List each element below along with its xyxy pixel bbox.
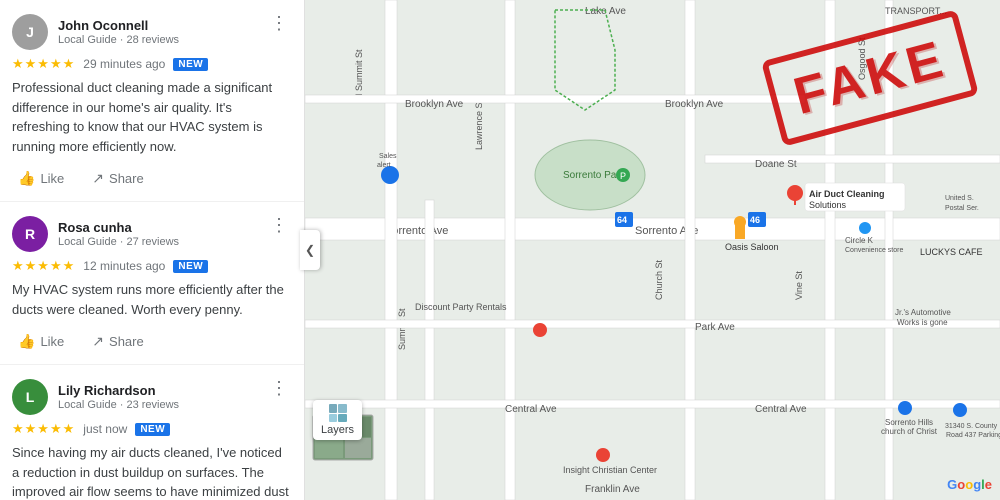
- reviewer-info: J John Oconnell Local Guide · 28 reviews: [12, 14, 179, 50]
- svg-text:Solutions: Solutions: [809, 200, 847, 210]
- review-header: R Rosa cunha Local Guide · 27 reviews ⋮: [12, 216, 292, 252]
- panel-toggle-arrow[interactable]: ❮: [300, 230, 320, 270]
- svg-text:Sales: Sales: [379, 153, 397, 160]
- more-options-button[interactable]: ⋮: [266, 14, 292, 32]
- svg-text:Road 437 Parking: Road 437 Parking: [946, 432, 1000, 439]
- reviewer-name: John Oconnell: [58, 18, 179, 35]
- new-badge: NEW: [173, 58, 208, 71]
- svg-text:Central Ave: Central Ave: [755, 404, 807, 415]
- svg-text:Convenience store: Convenience store: [845, 247, 903, 254]
- review-meta: ★★★★★ 29 minutes ago NEW: [12, 56, 292, 72]
- svg-text:Brooklyn Ave: Brooklyn Ave: [665, 99, 724, 110]
- reviewer-text-info: John Oconnell Local Guide · 28 reviews: [58, 18, 179, 47]
- review-header: L Lily Richardson Local Guide · 23 revie…: [12, 379, 292, 415]
- like-button[interactable]: 👍 Like: [12, 166, 70, 191]
- share-icon: ↗: [92, 333, 104, 350]
- svg-text:alert: alert: [377, 162, 391, 169]
- svg-text:Discount Party Rentals: Discount Party Rentals: [415, 302, 507, 312]
- share-label: Share: [109, 334, 144, 349]
- share-icon: ↗: [92, 170, 104, 187]
- like-label: Like: [40, 334, 64, 349]
- layers-label: Layers: [321, 424, 354, 436]
- share-button[interactable]: ↗ Share: [86, 166, 149, 191]
- svg-text:Circle K: Circle K: [845, 236, 874, 245]
- layers-icon: [329, 404, 347, 422]
- reviewer-text-info: Rosa cunha Local Guide · 27 reviews: [58, 220, 179, 249]
- reviewer-info: L Lily Richardson Local Guide · 23 revie…: [12, 379, 179, 415]
- review-card-2: R Rosa cunha Local Guide · 27 reviews ⋮ …: [0, 202, 304, 365]
- reviewer-text-info: Lily Richardson Local Guide · 23 reviews: [58, 383, 179, 412]
- review-text: My HVAC system runs more efficiently aft…: [12, 280, 292, 319]
- reviewer-level: Local Guide · 28 reviews: [58, 34, 179, 46]
- review-actions: 👍 Like ↗ Share: [12, 329, 292, 354]
- svg-text:Sorrento Hills: Sorrento Hills: [885, 418, 933, 427]
- new-badge: NEW: [135, 423, 170, 436]
- like-icon: 👍: [18, 333, 35, 350]
- svg-text:Oasis Saloon: Oasis Saloon: [725, 242, 779, 252]
- svg-text:Works is gone: Works is gone: [897, 318, 948, 327]
- svg-text:Brooklyn Ave: Brooklyn Ave: [405, 99, 464, 110]
- review-text: Professional duct cleaning made a signif…: [12, 78, 292, 156]
- share-button[interactable]: ↗ Share: [86, 329, 149, 354]
- avatar: J: [12, 14, 48, 50]
- svg-text:Doane St: Doane St: [755, 159, 797, 170]
- svg-text:Osgood St: Osgood St: [857, 37, 867, 80]
- reviewer-level: Local Guide · 23 reviews: [58, 399, 179, 411]
- svg-text:N Summit St: N Summit St: [354, 49, 364, 100]
- review-actions: 👍 Like ↗ Share: [12, 166, 292, 191]
- svg-text:Central Ave: Central Ave: [505, 404, 557, 415]
- svg-text:Vine St: Vine St: [794, 271, 804, 300]
- review-time: 29 minutes ago: [83, 57, 165, 71]
- svg-text:Postal Ser.: Postal Ser.: [945, 205, 979, 212]
- avatar: R: [12, 216, 48, 252]
- svg-text:31340 S. County: 31340 S. County: [945, 423, 998, 430]
- svg-text:46: 46: [750, 215, 760, 225]
- layers-button[interactable]: Layers: [313, 400, 362, 440]
- reviewer-info: R Rosa cunha Local Guide · 27 reviews: [12, 216, 179, 252]
- more-options-button[interactable]: ⋮: [266, 379, 292, 397]
- map-panel: Sorrento Ave Sorrento Ave N Summit St La…: [305, 0, 1000, 500]
- reviewer-level: Local Guide · 27 reviews: [58, 236, 179, 248]
- svg-text:Franklin Ave: Franklin Ave: [585, 484, 640, 495]
- star-rating: ★★★★★: [12, 56, 75, 72]
- reviews-panel: J John Oconnell Local Guide · 28 reviews…: [0, 0, 305, 500]
- svg-text:TRANSPORT...: TRANSPORT...: [885, 6, 947, 16]
- more-options-button[interactable]: ⋮: [266, 216, 292, 234]
- svg-text:P: P: [620, 171, 626, 181]
- star-rating: ★★★★★: [12, 421, 75, 437]
- svg-text:Park Ave: Park Ave: [695, 322, 735, 333]
- reviewer-name: Rosa cunha: [58, 220, 179, 237]
- svg-text:Insight Christian Center: Insight Christian Center: [563, 465, 657, 475]
- svg-text:Lawrence St: Lawrence St: [474, 99, 484, 150]
- share-label: Share: [109, 171, 144, 186]
- review-card-3: L Lily Richardson Local Guide · 23 revie…: [0, 365, 304, 500]
- reviewer-name: Lily Richardson: [58, 383, 179, 400]
- svg-text:United S.: United S.: [945, 195, 974, 202]
- svg-text:Church St: Church St: [654, 259, 664, 300]
- like-button[interactable]: 👍 Like: [12, 329, 70, 354]
- svg-text:church of Christ: church of Christ: [881, 427, 938, 436]
- google-logo: Google: [947, 477, 992, 492]
- svg-text:Jr.'s Automotive: Jr.'s Automotive: [895, 308, 951, 317]
- review-card-1: J John Oconnell Local Guide · 28 reviews…: [0, 0, 304, 202]
- new-badge: NEW: [173, 260, 208, 273]
- star-rating: ★★★★★: [12, 258, 75, 274]
- svg-text:64: 64: [617, 215, 627, 225]
- like-label: Like: [40, 171, 64, 186]
- review-text: Since having my air ducts cleaned, I've …: [12, 443, 292, 500]
- svg-text:Summit St: Summit St: [397, 308, 407, 350]
- review-meta: ★★★★★ 12 minutes ago NEW: [12, 258, 292, 274]
- svg-text:Air Duct Cleaning: Air Duct Cleaning: [809, 189, 885, 199]
- avatar: L: [12, 379, 48, 415]
- svg-text:LUCKYS CAFE: LUCKYS CAFE: [920, 247, 983, 257]
- review-header: J John Oconnell Local Guide · 28 reviews…: [12, 14, 292, 50]
- review-time: 12 minutes ago: [83, 259, 165, 273]
- svg-text:K: K: [853, 218, 859, 227]
- review-meta: ★★★★★ just now NEW: [12, 421, 292, 437]
- like-icon: 👍: [18, 170, 35, 187]
- review-time: just now: [83, 422, 127, 436]
